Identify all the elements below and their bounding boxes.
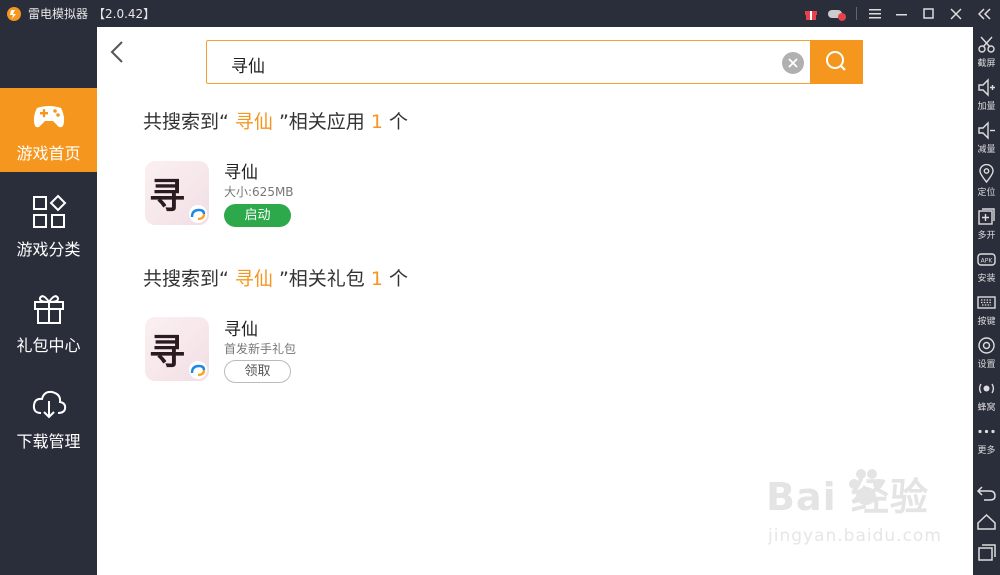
nav-label: 游戏首页 [16, 144, 81, 163]
heading-middle: ”相关应用 [272, 111, 371, 133]
nav-item-gift-center[interactable]: 礼包中心 [0, 280, 97, 364]
apps-result-heading: 共搜索到“ 寻仙 ”相关应用 1 个 [143, 107, 408, 134]
heading-prefix: 共搜索到“ [143, 111, 235, 133]
toolbar-label: 按键 [977, 317, 996, 327]
toolbar-label: 安装 [977, 274, 996, 284]
back-nav-icon[interactable] [976, 482, 997, 503]
app-logo-icon [7, 7, 21, 21]
gift-icon [34, 295, 64, 324]
heading-suffix: 个 [382, 268, 408, 290]
toolbar-label: 多开 [977, 231, 996, 241]
toolbar-label: 更多 [977, 446, 996, 456]
back-arrow-icon[interactable] [107, 39, 127, 65]
search-input[interactable]: 寻仙 [231, 52, 265, 77]
gift-app-name: 寻仙 [224, 320, 258, 340]
screenshot-button[interactable]: 截屏 [973, 31, 1000, 71]
toolbar-label: 截屏 [977, 59, 996, 69]
svg-text:APK: APK [981, 258, 994, 265]
claim-button[interactable]: 领取 [224, 360, 291, 383]
controller-status-icon[interactable] [826, 3, 848, 25]
toolbar-label: 加量 [977, 102, 996, 112]
title-bar: 雷电模拟器 【2.0.42】 [0, 0, 1000, 27]
keyboard-icon [977, 296, 996, 309]
search-button[interactable] [810, 40, 863, 84]
search-icon [826, 51, 846, 71]
volume-down-button[interactable]: 减量 [973, 117, 1000, 157]
more-button[interactable]: 更多 [973, 418, 1000, 458]
collapse-sidebar-icon[interactable] [974, 3, 996, 25]
scissors-icon [978, 36, 995, 53]
app-icon[interactable]: 寻仙 [145, 161, 209, 225]
maximize-icon[interactable] [918, 3, 940, 25]
baidu-jingyan-watermark: Bai 经验 jingyan.baidu.com [766, 466, 956, 556]
search-box: 寻仙 [206, 40, 863, 84]
gamepad-icon [33, 106, 65, 128]
home-nav-icon[interactable] [976, 512, 997, 533]
heading-keyword: 寻仙 [234, 268, 273, 290]
gift-description: 首发新手礼包 [224, 342, 297, 356]
heading-count: 1 [370, 111, 383, 133]
toolbar-label: 蜂窝 [977, 403, 996, 413]
left-navigation: 游戏首页 游戏分类 礼包中心 下载管理 [0, 27, 97, 575]
tencent-badge-icon [189, 361, 207, 379]
category-grid-icon [33, 194, 67, 228]
cellular-icon [978, 383, 995, 394]
tencent-badge-icon [189, 205, 207, 223]
watermark-url: jingyan.baidu.com [768, 526, 942, 546]
nav-item-game-category[interactable]: 游戏分类 [0, 184, 97, 268]
install-apk-button[interactable]: APK 安装 [973, 246, 1000, 286]
heading-count: 1 [370, 268, 383, 290]
menu-icon[interactable] [864, 3, 886, 25]
nav-label: 游戏分类 [16, 240, 81, 259]
paw-icon [849, 469, 883, 505]
nav-item-game-home[interactable]: 游戏首页 [0, 88, 97, 172]
cellular-button[interactable]: 蜂窝 [973, 375, 1000, 415]
toolbar-label: 设置 [977, 360, 996, 370]
heading-suffix: 个 [382, 111, 408, 133]
nav-label: 礼包中心 [16, 336, 81, 355]
heading-prefix: 共搜索到“ [143, 268, 235, 290]
heading-middle: ”相关礼包 [272, 268, 371, 290]
volume-down-icon [978, 121, 995, 140]
toolbar-label: 减量 [977, 145, 996, 155]
multi-instance-icon [978, 208, 995, 225]
apk-install-icon: APK [977, 253, 996, 266]
gifts-result-heading: 共搜索到“ 寻仙 ”相关礼包 1 个 [143, 264, 408, 291]
gift-icon[interactable] [800, 3, 822, 25]
app-name: 寻仙 [224, 163, 258, 183]
minimize-icon[interactable] [891, 3, 913, 25]
location-pin-icon [979, 164, 994, 183]
volume-up-icon [978, 78, 995, 97]
close-icon[interactable] [945, 3, 967, 25]
right-toolbar: 截屏 加量 减量 定位 多开 APK 安装 按键 设置 蜂窝 更多 [973, 27, 1000, 575]
more-dots-icon [978, 429, 995, 434]
heading-keyword: 寻仙 [234, 111, 273, 133]
recent-apps-icon[interactable] [976, 542, 997, 563]
app-title: 雷电模拟器 [28, 7, 89, 21]
clear-search-icon[interactable] [782, 52, 804, 74]
launch-button[interactable]: 启动 [224, 204, 291, 227]
nav-label: 下载管理 [16, 432, 81, 451]
gear-icon [978, 337, 995, 354]
app-version: 【2.0.42】 [93, 7, 156, 21]
cloud-download-icon [32, 390, 67, 419]
location-button[interactable]: 定位 [973, 160, 1000, 200]
volume-up-button[interactable]: 加量 [973, 74, 1000, 114]
app-size: 大小:625MB [224, 185, 294, 199]
titlebar-divider [856, 7, 857, 20]
nav-item-download-manager[interactable]: 下载管理 [0, 376, 97, 460]
keymapping-button[interactable]: 按键 [973, 289, 1000, 329]
settings-button[interactable]: 设置 [973, 332, 1000, 372]
toolbar-label: 定位 [977, 188, 996, 198]
gift-app-icon[interactable]: 寻仙 [145, 317, 209, 381]
multi-instance-button[interactable]: 多开 [973, 203, 1000, 243]
